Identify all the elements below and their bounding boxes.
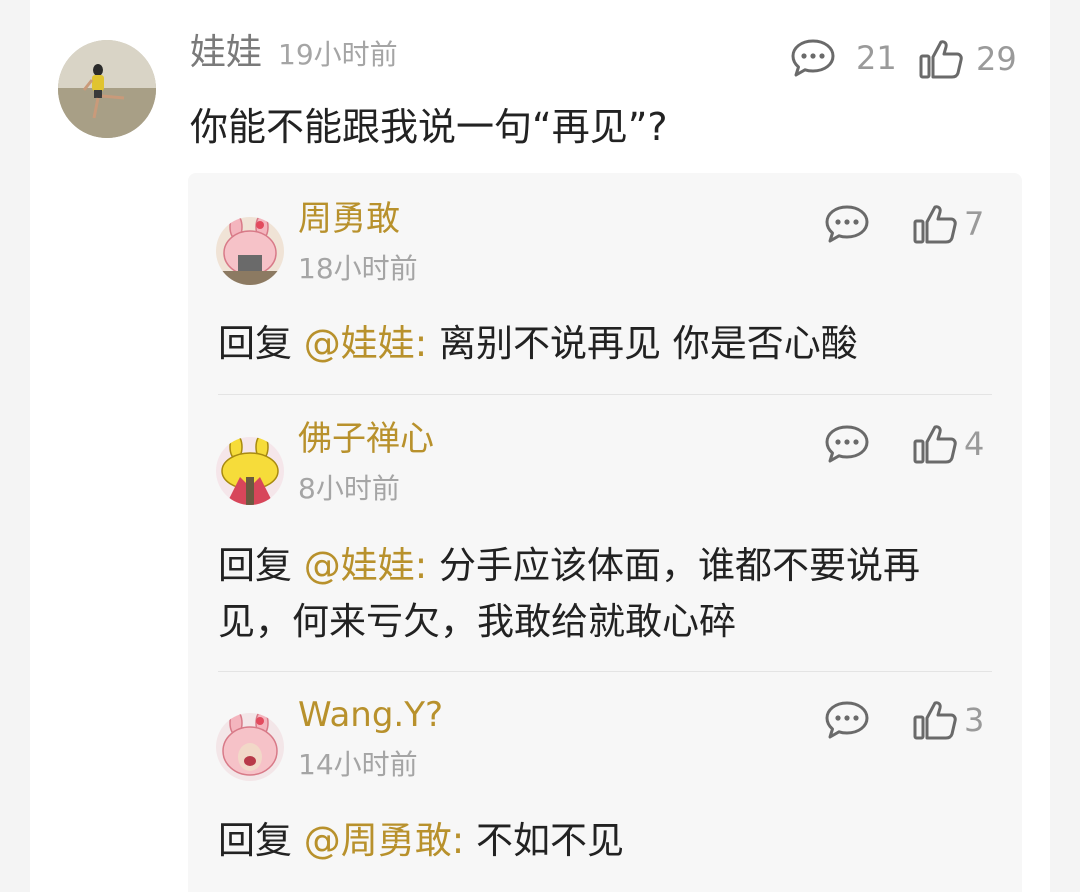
- reply-button[interactable]: [824, 424, 870, 464]
- avatar[interactable]: [216, 713, 284, 781]
- like-count: 3: [964, 701, 985, 739]
- avatar[interactable]: [216, 217, 284, 285]
- comment-bubble-icon: [825, 425, 869, 463]
- comment-body: 你能不能跟我说一句“再见”?: [190, 105, 668, 149]
- comment-time: 19小时前: [278, 38, 398, 71]
- like-count: 29: [976, 40, 1017, 78]
- reply-author-name[interactable]: Wang.Y?: [298, 693, 443, 737]
- comment-thread: 娃娃 19小时前 你能不能跟我说一句“再见”? 21 29 周勇敢 18小时前 …: [30, 0, 1050, 892]
- avatar[interactable]: [58, 40, 156, 138]
- reply-time: 14小时前: [298, 748, 418, 781]
- mention-link[interactable]: @周勇敢:: [304, 819, 464, 862]
- reply-button[interactable]: [824, 700, 870, 740]
- reply-content: 不如不见: [476, 819, 624, 862]
- avatar-photo-icon: [58, 40, 156, 138]
- reply-author-name[interactable]: 周勇敢: [298, 197, 400, 241]
- reply-prefix: 回复: [218, 544, 292, 587]
- author-name[interactable]: 娃娃: [190, 30, 262, 76]
- like-button[interactable]: 7: [912, 203, 984, 245]
- reply-list: 周勇敢 18小时前 7 回复 @娃娃: 离别不说再见 你是否心酸 佛子禅心 8小…: [188, 173, 1022, 892]
- like-button[interactable]: 4: [912, 423, 984, 465]
- comment-count: 21: [856, 39, 897, 77]
- thumbs-up-icon: [919, 40, 963, 79]
- like-count: 7: [964, 205, 985, 243]
- reply-prefix: 回复: [218, 819, 292, 862]
- like-button[interactable]: 29: [918, 38, 1017, 80]
- divider: [218, 671, 992, 672]
- reply-text: 回复 @周勇敢: 不如不见: [218, 813, 978, 869]
- divider: [218, 394, 992, 395]
- reply-button[interactable]: [824, 204, 870, 244]
- reply-content: 离别不说再见 你是否心酸: [439, 322, 858, 365]
- reply-button[interactable]: 21: [790, 38, 897, 78]
- reply-time: 18小时前: [298, 252, 418, 285]
- comment-bubble-icon: [825, 205, 869, 243]
- thumbs-up-icon: [913, 425, 957, 464]
- like-button[interactable]: 3: [912, 699, 984, 741]
- mention-link[interactable]: @娃娃:: [304, 322, 427, 365]
- reply-text: 回复 @娃娃: 分手应该体面，谁都不要说再见，何来亏欠，我敢给就敢心碎: [218, 538, 978, 650]
- comment-bubble-icon: [791, 39, 835, 77]
- pink-rabbit-avatar-icon: [216, 713, 284, 781]
- reply-time: 8小时前: [298, 472, 400, 505]
- reply-prefix: 回复: [218, 322, 292, 365]
- yellow-rabbit-avatar-icon: [216, 437, 284, 505]
- pink-rabbit-avatar-icon: [216, 217, 284, 285]
- thumbs-up-icon: [913, 701, 957, 740]
- comment-bubble-icon: [825, 701, 869, 739]
- reply-author-name[interactable]: 佛子禅心: [298, 417, 434, 461]
- avatar[interactable]: [216, 437, 284, 505]
- like-count: 4: [964, 425, 985, 463]
- reply-text: 回复 @娃娃: 离别不说再见 你是否心酸: [218, 316, 978, 372]
- thumbs-up-icon: [913, 205, 957, 244]
- mention-link[interactable]: @娃娃:: [304, 544, 427, 587]
